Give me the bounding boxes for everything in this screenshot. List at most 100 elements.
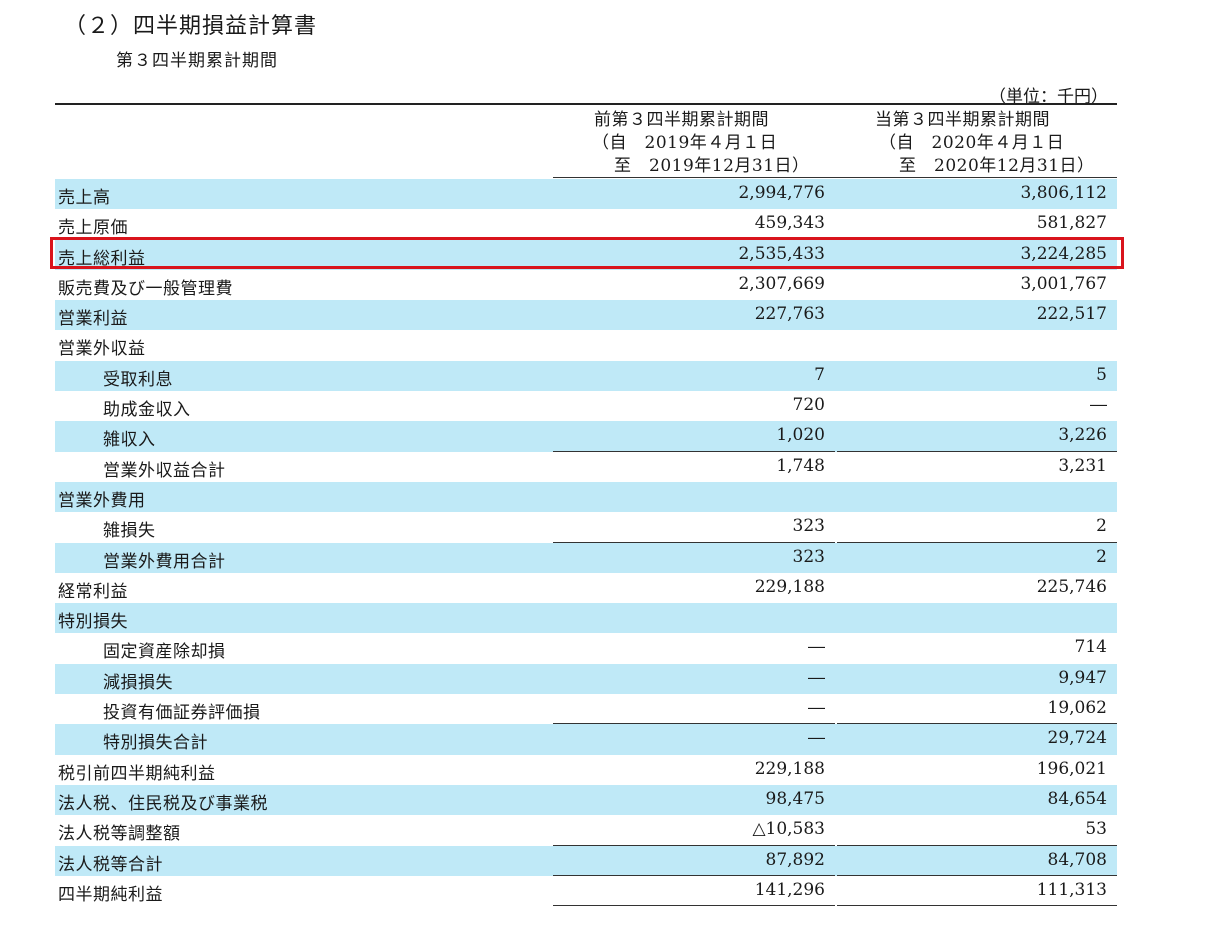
row-value-curr: 3,001,767 xyxy=(1020,273,1107,294)
row-label: 営業利益 xyxy=(58,309,128,330)
row-label: 投資有価証券評価損 xyxy=(103,703,261,724)
row-value-curr: 2 xyxy=(1096,546,1107,567)
top-rule xyxy=(55,103,1117,105)
row-label: 固定資産除却損 xyxy=(103,642,226,663)
table-row: 販売費及び一般管理費 2,307,669 3,001,767 xyxy=(55,270,1117,300)
row-value-prev: 1,748 xyxy=(776,455,825,476)
table-row: 受取利息 7 5 xyxy=(55,360,1117,392)
row-value-prev: ― xyxy=(808,698,825,719)
row-value-curr: 84,708 xyxy=(1047,849,1107,870)
table-row: 経常利益 229,188 225,746 xyxy=(55,573,1117,603)
row-label: 雑損失 xyxy=(103,521,156,542)
subtotal-rule-prev xyxy=(553,905,835,907)
row-label: 雑収入 xyxy=(103,430,156,451)
row-value-curr: 714 xyxy=(1074,637,1107,658)
table-row: 雑収入 1,020 3,226 xyxy=(55,421,1117,452)
table-row: 投資有価証券評価損 ― 19,062 xyxy=(55,694,1117,725)
table-row: 固定資産除却損 ― 714 xyxy=(55,633,1117,663)
table-row: 営業外収益 xyxy=(55,330,1117,360)
row-label: 売上高 xyxy=(58,188,111,208)
row-value-curr: 3,224,285 xyxy=(1020,243,1107,264)
table-row: 営業外収益合計 1,748 3,231 xyxy=(55,452,1117,482)
subtotal-rule-curr xyxy=(837,905,1117,907)
column-header-curr-line3: 至 2020年12月31日） xyxy=(899,156,1095,176)
row-value-curr: 9,947 xyxy=(1058,667,1107,688)
row-value-prev: 2,535,433 xyxy=(738,243,825,264)
column-header-curr: 当第３四半期累計期間 （自 2020年４月１日 至 2020年12月31日） xyxy=(875,109,1095,178)
row-value-curr: 111,313 xyxy=(1036,879,1107,900)
table-row: 特別損失 xyxy=(55,603,1117,634)
table-row: 売上高 2,994,776 3,806,112 xyxy=(55,179,1117,210)
row-value-prev: 229,188 xyxy=(754,576,825,597)
row-value-curr: 581,827 xyxy=(1036,213,1107,234)
table-row: 売上原価 459,343 581,827 xyxy=(55,209,1117,239)
table-row: 営業利益 227,763 222,517 xyxy=(55,300,1117,331)
row-label: 助成金収入 xyxy=(103,400,191,421)
column-header-curr-line2: （自 2020年４月１日 xyxy=(879,133,1065,153)
row-label: 営業外収益 xyxy=(58,339,146,360)
table-row: 法人税等調整額 △10,583 53 xyxy=(55,815,1117,846)
row-value-prev: 720 xyxy=(792,395,825,416)
row-value-curr: 3,806,112 xyxy=(1020,183,1107,203)
row-label: 経常利益 xyxy=(58,581,128,602)
row-value-prev: ― xyxy=(808,728,825,749)
header-rule xyxy=(553,177,1117,178)
row-value-prev: 87,892 xyxy=(765,849,825,870)
row-value-curr: 3,226 xyxy=(1058,425,1107,446)
row-label: 法人税等合計 xyxy=(58,854,163,875)
table-row: 営業外費用合計 323 2 xyxy=(55,542,1117,573)
row-value-curr: 196,021 xyxy=(1036,758,1107,779)
row-label: 売上原価 xyxy=(58,218,128,239)
row-value-prev: 227,763 xyxy=(754,304,825,325)
row-label: 売上総利益 xyxy=(58,248,146,269)
row-value-prev: 98,475 xyxy=(765,788,825,809)
row-label: 特別損失合計 xyxy=(103,733,208,754)
row-label: 営業外収益合計 xyxy=(103,460,226,481)
row-value-prev: 323 xyxy=(792,546,825,567)
row-value-curr: 2 xyxy=(1096,516,1107,537)
income-statement-table: 売上高 2,994,776 3,806,112 売上原価 459,343 581,827 売… xyxy=(55,179,1117,907)
row-value-prev: 141,296 xyxy=(754,879,825,900)
table-row: 法人税等合計 87,892 84,708 xyxy=(55,845,1117,876)
row-label: 受取利息 xyxy=(103,369,173,390)
row-label: 法人税等調整額 xyxy=(58,824,181,845)
table-row: 特別損失合計 ― 29,724 xyxy=(55,724,1117,755)
table-row: 雑損失 323 2 xyxy=(55,512,1117,543)
table-row: 助成金収入 720 ― xyxy=(55,391,1117,421)
column-header-prev: 前第３四半期累計期間 （自 2019年４月１日 至 2019年12月31日） xyxy=(590,109,810,178)
period-subtitle: 第３四半期累計期間 xyxy=(116,51,278,71)
row-label: 税引前四半期純利益 xyxy=(58,763,216,784)
row-value-prev: △10,583 xyxy=(752,819,825,840)
table-row: 四半期純利益 141,296 111,313 xyxy=(55,876,1117,907)
row-value-curr: 53 xyxy=(1085,819,1107,840)
column-header-prev-line1: 前第３四半期累計期間 xyxy=(594,110,769,130)
row-value-prev: 229,188 xyxy=(754,758,825,779)
column-header-curr-line1: 当第３四半期累計期間 xyxy=(875,110,1050,130)
table-row: 減損損失 ― 9,947 xyxy=(55,663,1117,695)
row-value-prev: 2,307,669 xyxy=(738,273,825,294)
row-value-curr: ― xyxy=(1090,395,1107,416)
row-value-prev: 2,994,776 xyxy=(738,183,825,203)
row-label: 営業外費用合計 xyxy=(103,551,226,572)
table-row: 法人税、住民税及び事業税 98,475 84,654 xyxy=(55,784,1117,816)
row-label: 販売費及び一般管理費 xyxy=(58,278,233,299)
row-value-prev: 459,343 xyxy=(754,213,825,234)
row-value-prev: 323 xyxy=(792,516,825,537)
row-value-curr: 225,746 xyxy=(1036,576,1107,597)
row-value-prev: ― xyxy=(808,637,825,658)
table-row: 税引前四半期純利益 229,188 196,021 xyxy=(55,755,1117,785)
row-value-curr: 5 xyxy=(1096,364,1107,385)
row-value-curr: 19,062 xyxy=(1047,698,1107,719)
row-value-curr: 29,724 xyxy=(1047,728,1107,749)
row-label: 法人税、住民税及び事業税 xyxy=(58,793,268,814)
row-value-prev: ― xyxy=(808,667,825,688)
statement-title: （２）四半期損益計算書 xyxy=(64,14,318,39)
row-value-prev: 1,020 xyxy=(776,425,825,446)
table-row: 営業外費用 xyxy=(55,481,1117,513)
row-label: 四半期純利益 xyxy=(58,884,163,905)
table-row-highlighted: 売上総利益 2,535,433 3,224,285 xyxy=(55,239,1117,270)
row-value-prev: 7 xyxy=(814,364,825,385)
row-label: 減損損失 xyxy=(103,672,173,693)
column-header-prev-line3: 至 2019年12月31日） xyxy=(614,156,810,176)
row-label: 特別損失 xyxy=(58,612,128,633)
